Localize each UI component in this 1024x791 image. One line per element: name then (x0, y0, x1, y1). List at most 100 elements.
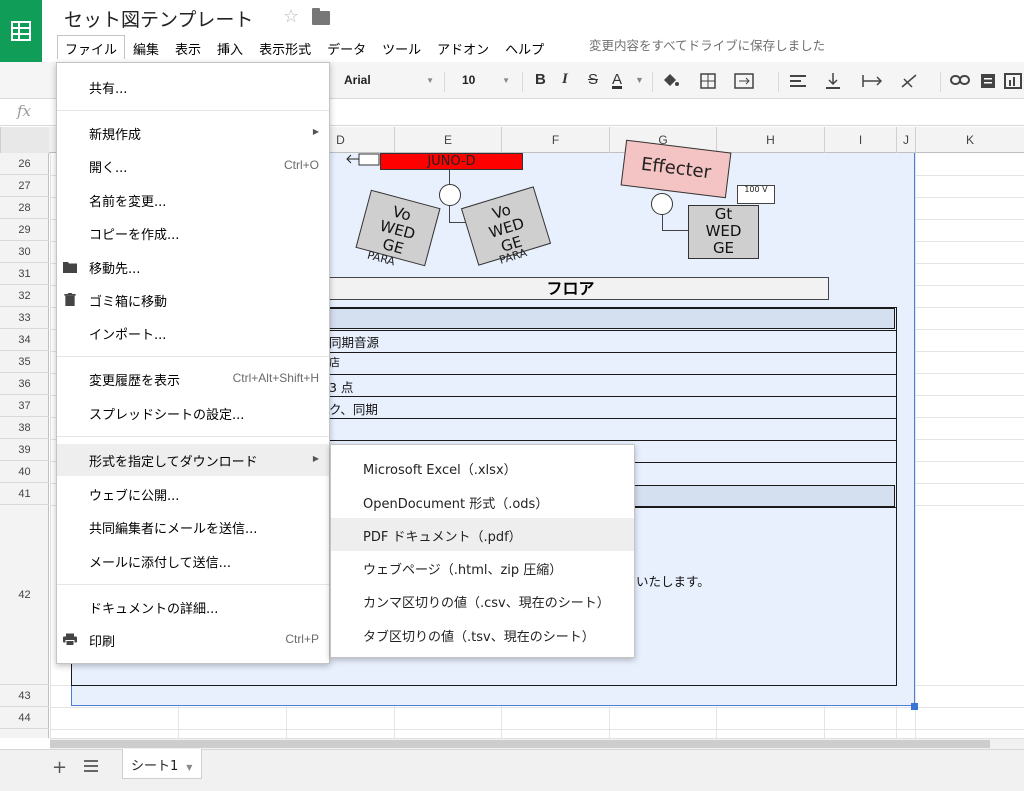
menu-item-email-collaborators[interactable]: 共同編集者にメールを送信... (57, 511, 329, 543)
cell-text[interactable]: 3 点 (329, 377, 353, 396)
download-csv[interactable]: カンマ区切りの値（.csv、現在のシート） (331, 584, 634, 617)
menu-divider (57, 436, 329, 437)
download-ods[interactable]: OpenDocument 形式（.ods） (331, 485, 634, 518)
download-pdf[interactable]: PDF ドキュメント（.pdf） (331, 518, 634, 551)
menu-item-move-to[interactable]: 移動先... (57, 251, 329, 283)
row-header[interactable]: 41 (0, 483, 49, 505)
row-header[interactable]: 43 (0, 685, 49, 707)
text-rotation-icon[interactable] (900, 73, 918, 89)
column-header[interactable]: I (824, 127, 896, 153)
row-header[interactable]: 34 (0, 329, 49, 351)
cell-text[interactable]: 店 (329, 354, 340, 370)
row-header[interactable]: 35 (0, 351, 49, 373)
sheets-logo[interactable] (0, 0, 42, 62)
row-header[interactable]: 37 (0, 395, 49, 417)
text-wrap-icon[interactable] (862, 73, 882, 89)
insert-chart-icon[interactable] (1004, 73, 1022, 89)
cell-text[interactable]: いたします。 (636, 571, 710, 590)
bold-button[interactable]: B (535, 71, 546, 88)
row-header[interactable]: 42 (0, 505, 49, 685)
menu-help[interactable]: ヘルプ (497, 35, 552, 59)
italic-button[interactable]: I (562, 71, 568, 88)
shortcut-label: Ctrl+O (283, 158, 319, 172)
document-title[interactable]: セット図テンプレート (64, 5, 253, 32)
download-html[interactable]: ウェブページ（.html、zip 圧縮） (331, 551, 634, 584)
insert-comment-icon[interactable] (980, 73, 996, 89)
menu-item-make-copy[interactable]: コピーを作成... (57, 217, 329, 249)
menu-item-email-attachment[interactable]: メールに添付して送信... (57, 545, 329, 577)
add-sheet-icon[interactable]: + (52, 757, 67, 778)
row-header[interactable]: 30 (0, 241, 49, 263)
font-family-select[interactable]: Arial ▼ (336, 68, 440, 94)
row-header[interactable]: 26 (0, 153, 49, 175)
cell-text[interactable]: ク、同期 (329, 399, 378, 418)
insert-link-icon[interactable] (950, 74, 970, 86)
menu-item-print[interactable]: 印刷 Ctrl+P (57, 624, 329, 656)
scrollbar-thumb[interactable] (50, 740, 990, 748)
menu-item-revision-history[interactable]: 変更履歴を表示 Ctrl+Alt+Shift+H (57, 363, 329, 395)
menu-bar: ファイル 編集 表示 挿入 表示形式 データ ツール アドオン ヘルプ (57, 35, 552, 59)
cable (449, 170, 450, 184)
menu-item-rename[interactable]: 名前を変更... (57, 184, 329, 216)
row-header[interactable]: 29 (0, 219, 49, 241)
menu-file[interactable]: ファイル (57, 35, 126, 59)
menu-addons[interactable]: アドオン (429, 35, 497, 59)
save-status[interactable]: 変更内容をすべてドライブに保存しました (589, 35, 825, 54)
toolbar-divider (778, 72, 779, 92)
cell-text[interactable]: 同期音源 (329, 332, 379, 351)
list-sheets-icon[interactable] (84, 760, 98, 772)
menu-item-label: 共有... (89, 82, 128, 97)
row-header[interactable]: 44 (0, 707, 49, 729)
menu-item-spreadsheet-settings[interactable]: スプレッドシートの設定... (57, 397, 329, 429)
row-header[interactable]: 39 (0, 439, 49, 461)
column-header[interactable]: F (501, 127, 609, 153)
file-menu: 共有... 新規作成 ▶ 開く... Ctrl+O 名前を変更... コピーを作成.… (56, 62, 330, 664)
toolbar-divider (444, 72, 445, 92)
menu-item-share[interactable]: 共有... (57, 71, 329, 103)
menu-view[interactable]: 表示 (167, 35, 209, 59)
vertical-align-icon[interactable] (826, 72, 840, 90)
select-all-corner[interactable] (0, 127, 49, 153)
menu-data[interactable]: データ (319, 35, 374, 59)
sheet-tab[interactable]: シート1 ▼ (122, 749, 202, 779)
menu-item-download-as[interactable]: 形式を指定してダウンロード ▶ (57, 444, 329, 476)
row-header[interactable]: 27 (0, 175, 49, 197)
column-header[interactable]: J (896, 127, 915, 153)
menu-format[interactable]: 表示形式 (251, 35, 319, 59)
menu-item-publish-to-web[interactable]: ウェブに公開... (57, 478, 329, 510)
column-header[interactable]: H (716, 127, 824, 153)
row-header[interactable]: 38 (0, 417, 49, 439)
borders-icon[interactable] (700, 73, 716, 89)
fill-handle[interactable] (911, 703, 918, 710)
folder-icon[interactable] (312, 8, 330, 25)
fill-color-icon[interactable] (660, 72, 680, 90)
row-header[interactable]: 28 (0, 197, 49, 219)
row-header[interactable]: 36 (0, 373, 49, 395)
font-size-select[interactable]: 10 ▼ (454, 68, 516, 94)
menu-tools[interactable]: ツール (374, 35, 429, 59)
menu-insert[interactable]: 挿入 (209, 35, 251, 59)
submenu-arrow-icon: ▶ (312, 454, 319, 463)
row-header[interactable]: 40 (0, 461, 49, 483)
menu-item-open[interactable]: 開く... Ctrl+O (57, 150, 329, 182)
printer-icon (63, 633, 77, 646)
row-header[interactable]: 31 (0, 263, 49, 285)
row-header[interactable]: 33 (0, 307, 49, 329)
sheets-logo-icon (11, 21, 31, 41)
strikethrough-button[interactable]: S (588, 71, 598, 88)
row-header[interactable]: 32 (0, 285, 49, 307)
chevron-down-icon[interactable]: ▼ (186, 763, 192, 772)
text-color-button[interactable]: A (612, 71, 622, 88)
menu-item-document-details[interactable]: ドキュメントの詳細... (57, 591, 329, 623)
merge-cells-icon[interactable] (734, 73, 754, 89)
column-header[interactable]: E (394, 127, 501, 153)
menu-edit[interactable]: 編集 (125, 35, 167, 59)
align-left-icon[interactable] (790, 74, 806, 88)
download-tsv[interactable]: タブ区切りの値（.tsv、現在のシート） (331, 618, 634, 651)
download-xlsx[interactable]: Microsoft Excel（.xlsx） (331, 451, 634, 484)
menu-item-import[interactable]: インポート... (57, 317, 329, 349)
star-icon[interactable]: ☆ (283, 6, 299, 27)
column-header[interactable]: K (915, 127, 1024, 153)
menu-item-new[interactable]: 新規作成 ▶ (57, 117, 329, 149)
menu-item-trash[interactable]: ゴミ箱に移動 (57, 284, 329, 316)
